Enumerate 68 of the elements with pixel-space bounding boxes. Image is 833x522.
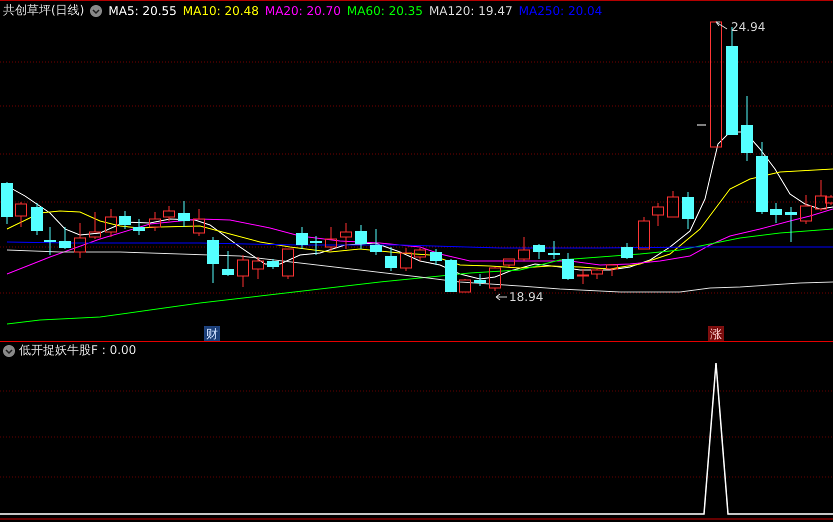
candlestick	[207, 236, 219, 284]
moving-average-legend: MA10: 20.48	[182, 4, 259, 18]
moving-average-legend: MA120: 19.47	[428, 4, 513, 18]
arrow-icon	[716, 22, 728, 30]
arrow-icon	[496, 294, 508, 300]
candlestick	[621, 242, 633, 260]
candlestick	[133, 218, 145, 236]
candlestick	[119, 210, 131, 230]
candlestick	[518, 236, 530, 262]
candlestick	[370, 228, 382, 256]
candlestick	[325, 226, 337, 252]
high-price-label: 24.94	[731, 20, 766, 34]
moving-average-legend: MA250: 20.04	[518, 4, 602, 18]
candlestick	[31, 202, 43, 236]
candlestick	[785, 206, 797, 242]
candlestick	[667, 190, 679, 218]
collapse-icon[interactable]	[3, 344, 15, 356]
candlestick	[44, 226, 56, 256]
finance-marker[interactable]: 财	[204, 326, 220, 341]
candlestick	[193, 208, 205, 236]
candlestick	[1, 182, 13, 224]
candlestick	[606, 264, 618, 276]
candlestick	[741, 96, 753, 162]
indicator-legend: 低开捉妖牛股F : 0.00	[19, 342, 136, 359]
candlestick	[770, 202, 782, 224]
candlestick	[355, 224, 367, 250]
candlestick	[222, 250, 234, 276]
moving-average-legend: MA5: 20.55	[108, 4, 177, 18]
low-price-label: 18.94	[509, 290, 544, 304]
candlestick	[489, 266, 501, 292]
candlestick	[296, 226, 308, 250]
chart-title: 共创草坪(日线)	[3, 2, 84, 19]
candlestick	[503, 258, 515, 268]
candlestick	[638, 216, 650, 250]
candlestick	[577, 268, 589, 284]
candlestick	[474, 274, 486, 286]
candlestick	[340, 222, 352, 250]
candlestick	[800, 194, 812, 224]
candlestick	[267, 258, 279, 270]
candlestick	[163, 206, 175, 222]
candlestick	[282, 248, 294, 280]
candlestick	[591, 268, 603, 280]
candlestick	[252, 256, 264, 280]
candlestick	[89, 212, 101, 240]
candlestick	[105, 208, 117, 238]
candlestick	[178, 200, 190, 228]
candlestick	[548, 240, 560, 260]
price-tick	[696, 124, 706, 126]
candlestick	[459, 278, 471, 292]
candlestick	[562, 252, 574, 280]
candlestick	[414, 248, 426, 262]
candlestick	[533, 244, 545, 260]
candlestick	[445, 258, 457, 292]
collapse-icon[interactable]	[90, 4, 102, 16]
candlestick	[74, 222, 86, 258]
limit-up-marker[interactable]: 涨	[708, 326, 724, 341]
candlestick	[15, 202, 27, 228]
candlestick	[310, 236, 322, 256]
moving-average-legend: MA60: 20.35	[346, 4, 423, 18]
candlestick	[400, 248, 412, 272]
candlestick	[237, 254, 249, 288]
moving-average-legend: MA20: 20.70	[264, 4, 341, 18]
candlestick	[682, 192, 694, 230]
candlestick	[430, 248, 442, 266]
candlestick	[385, 246, 397, 272]
candlestick	[652, 202, 664, 226]
candlestick	[149, 212, 161, 232]
candlestick	[59, 226, 71, 250]
